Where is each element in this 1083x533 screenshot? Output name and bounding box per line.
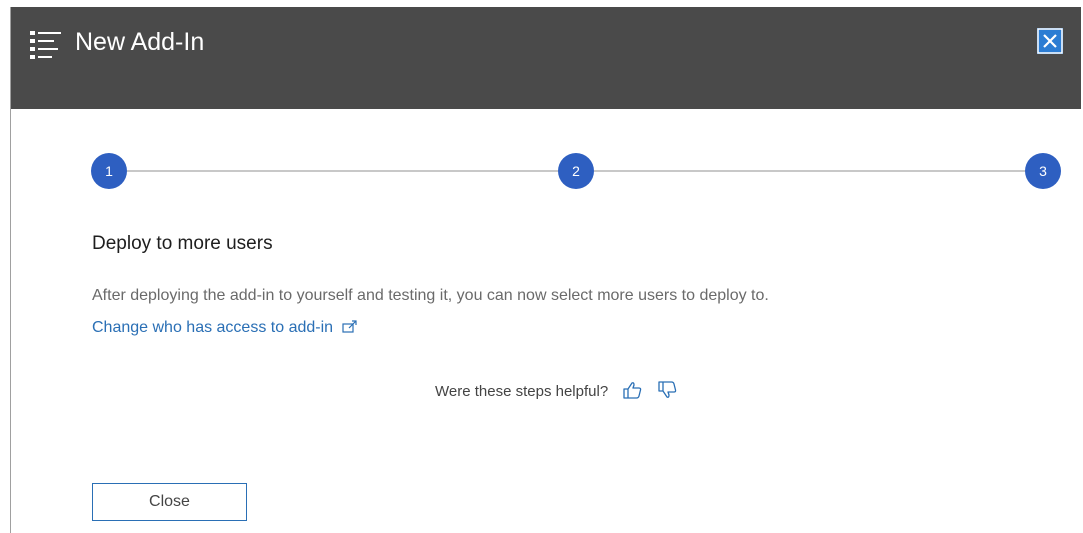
feedback-row: Were these steps helpful? xyxy=(435,381,677,403)
step-3-circle: 3 xyxy=(1025,153,1061,189)
close-icon[interactable] xyxy=(1037,28,1063,54)
step-2-circle: 2 xyxy=(558,153,594,189)
panel-title: New Add-In xyxy=(75,28,205,56)
change-access-link[interactable]: Change who has access to add-in xyxy=(92,319,358,339)
new-add-in-panel: New Add-In 1 2 3 Deploy to more users Af… xyxy=(10,7,1081,533)
thumbs-down-icon[interactable] xyxy=(657,381,677,403)
step-1-circle: 1 xyxy=(91,153,127,189)
feedback-prompt: Were these steps helpful? xyxy=(435,383,609,400)
list-icon xyxy=(29,28,63,62)
page: New Add-In 1 2 3 Deploy to more users Af… xyxy=(0,0,1083,533)
external-link-icon xyxy=(341,320,358,339)
thumbs-up-icon[interactable] xyxy=(622,381,642,403)
close-button[interactable]: Close xyxy=(92,483,247,521)
step-connector-2 xyxy=(594,170,1025,172)
panel-header: New Add-In xyxy=(11,7,1081,109)
description-text: After deploying the add-in to yourself a… xyxy=(92,287,769,304)
step-connector-1 xyxy=(127,170,558,172)
section-title: Deploy to more users xyxy=(92,233,273,254)
change-access-link-label: Change who has access to add-in xyxy=(92,319,334,336)
progress-stepper: 1 2 3 xyxy=(91,153,1061,189)
